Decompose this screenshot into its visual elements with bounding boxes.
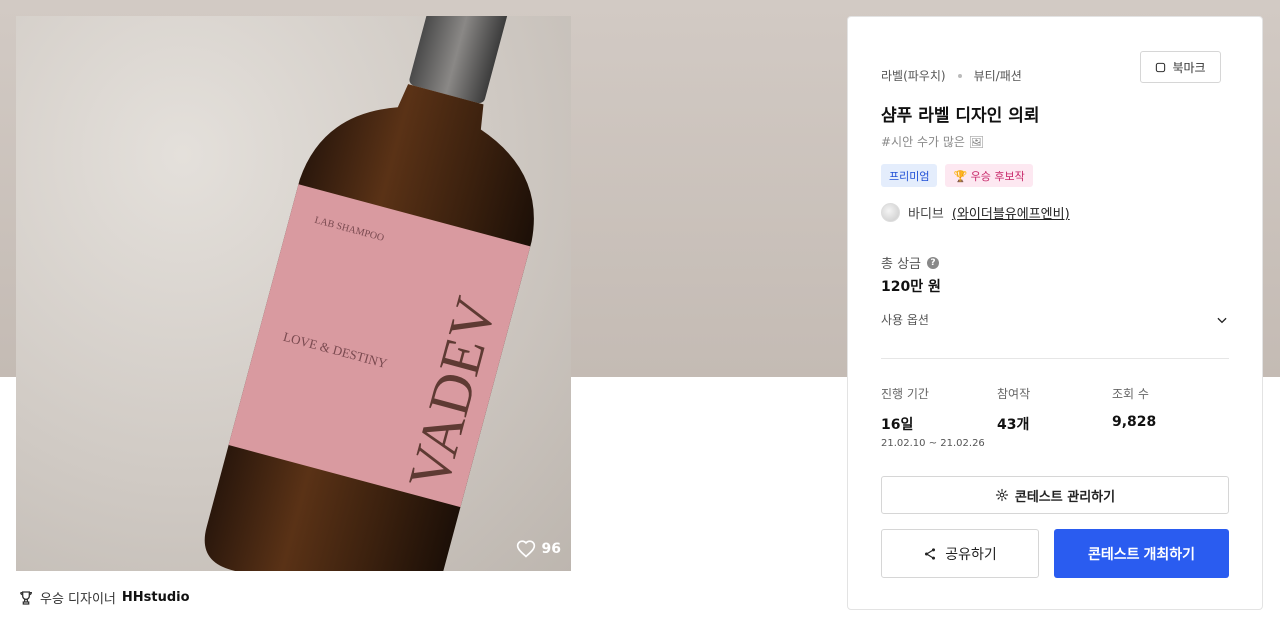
period-value: 16일: [881, 417, 914, 433]
divider: [881, 358, 1229, 359]
avatar: [881, 203, 900, 222]
views-value: 9,828: [1112, 414, 1157, 430]
stat-entries: 참여작 43개: [997, 385, 1030, 434]
bookmark-label: 북마크: [1172, 60, 1206, 75]
winner-prefix: 우승 디자이너: [40, 592, 116, 607]
bookmark-button[interactable]: 북마크: [1140, 51, 1221, 83]
contest-tagline: #시안 수가 많은 🖼: [881, 135, 984, 149]
prize-label: 총 상금: [881, 257, 922, 272]
entries-value: 43개: [997, 417, 1030, 433]
winner-name[interactable]: HHstudio: [122, 590, 190, 605]
product-image[interactable]: LAB SHAMPOO LOVE & DESTINY VADEV 96: [16, 16, 571, 571]
stat-period: 진행 기간 16일 21.02.10 ~ 21.02.26: [881, 385, 985, 449]
help-icon[interactable]: ?: [927, 256, 940, 269]
prize-label-row: 총 상금 ?: [881, 253, 940, 272]
stat-views: 조회 수 9,828: [1112, 385, 1156, 430]
breadcrumb: 라벨(파우치) 뷰티/패션: [881, 67, 1022, 84]
chevron-down-icon: [1217, 317, 1227, 323]
shampoo-bottle-illustration: LAB SHAMPOO LOVE & DESTINY VADEV: [204, 16, 534, 571]
heart-icon: [516, 540, 535, 558]
period-dates: 21.02.10 ~ 21.02.26: [881, 438, 985, 449]
share-label: 공유하기: [945, 546, 997, 563]
like-counter[interactable]: 96: [516, 539, 561, 559]
usage-options-label: 사용 옵션: [881, 313, 929, 327]
manage-contest-button[interactable]: 콘테스트 관리하기: [881, 476, 1229, 514]
gear-icon: [995, 488, 1009, 502]
host-company-link[interactable]: (와이더블유에프엔비): [952, 203, 1070, 222]
trophy-icon: [20, 590, 33, 605]
winner-designer: 우승 디자이너 HHstudio: [18, 588, 190, 607]
like-count: 96: [541, 541, 561, 557]
subcategory-label[interactable]: 뷰티/패션: [974, 67, 1022, 84]
page-title: 샴푸 라벨 디자인 의뢰: [881, 106, 1040, 126]
winner-candidate-badge: 🏆 우승 후보작: [945, 164, 1033, 187]
badge-list: 프리미엄 🏆 우승 후보작: [881, 164, 1033, 187]
premium-badge: 프리미엄: [881, 164, 938, 187]
category-label[interactable]: 라벨(파우치): [881, 67, 946, 84]
host-name: 바디브: [908, 207, 944, 222]
prize-value: 120만 원: [881, 279, 941, 295]
manage-contest-label: 콘테스트 관리하기: [1014, 489, 1116, 505]
bookmark-icon: [1156, 62, 1166, 72]
separator-dot: [957, 73, 962, 78]
usage-options-toggle[interactable]: 사용 옵션: [881, 311, 1229, 328]
period-label: 진행 기간: [881, 387, 929, 401]
share-button[interactable]: 공유하기: [881, 529, 1039, 578]
views-label: 조회 수: [1112, 387, 1149, 401]
share-icon: [925, 547, 936, 560]
host-contest-button[interactable]: 콘테스트 개최하기: [1054, 529, 1229, 578]
contest-info-card: 라벨(파우치) 뷰티/패션 북마크 샴푸 라벨 디자인 의뢰 #시안 수가 많은…: [847, 16, 1263, 610]
host-info: 바디브 (와이더블유에프엔비): [881, 203, 1070, 222]
entries-label: 참여작: [997, 387, 1031, 401]
